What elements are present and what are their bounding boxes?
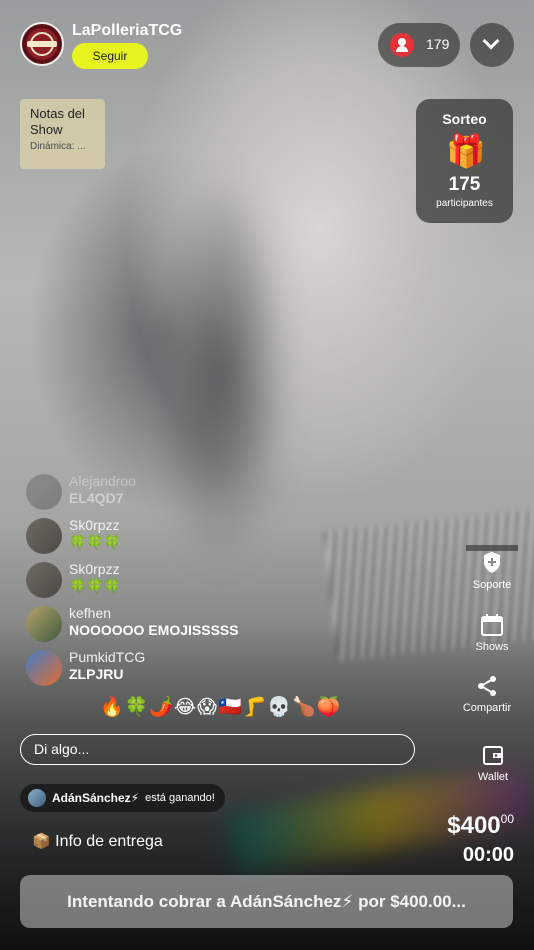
chat-input[interactable]: Di algo... — [20, 734, 415, 765]
delivery-info-label: Info de entrega — [55, 833, 163, 850]
raffle-participants-label: participantes — [436, 198, 493, 209]
wallet-button[interactable]: Wallet — [458, 743, 528, 783]
chevron-down-button[interactable] — [470, 23, 514, 67]
chat-message: PumkidTCG ZLPJRU — [26, 646, 326, 690]
viewer-count-pill[interactable]: 179 — [378, 23, 460, 67]
chat-username[interactable]: kefhen — [69, 605, 111, 621]
avatar[interactable] — [26, 606, 62, 642]
gift-icon: 🎁 — [446, 133, 486, 169]
charge-status-button[interactable]: Intentando cobrar a AdánSánchez⚡ por $40… — [20, 875, 513, 928]
streamer-name[interactable]: LaPolleriaTCG — [72, 22, 182, 40]
chat-text: 🍀🍀🍀 — [69, 534, 122, 550]
viewer-count: 179 — [426, 36, 450, 52]
streamer-avatar[interactable] — [20, 22, 64, 66]
avatar[interactable] — [26, 650, 62, 686]
auction-price: $40000 00:00 — [447, 812, 514, 867]
share-label: Compartir — [462, 702, 512, 714]
chat-message: Alejandroo EL4QD7 — [26, 470, 326, 514]
raffle-title: Sorteo — [442, 111, 487, 127]
calendar-icon — [481, 614, 503, 636]
chat-message: Sk0rpzz 🍀🍀🍀 — [26, 514, 326, 558]
share-icon — [478, 676, 496, 696]
avatar — [28, 789, 46, 807]
chat-list: Alejandroo EL4QD7 Sk0rpzz 🍀🍀🍀 Sk0rpzz 🍀🍀… — [26, 470, 326, 690]
chat-username[interactable]: Alejandroo — [69, 473, 136, 489]
support-button[interactable]: Soporte — [457, 545, 527, 591]
avatar[interactable] — [26, 562, 62, 598]
chat-username[interactable]: Sk0rpzz — [69, 561, 120, 577]
winner-name: AdánSánchez⚡ — [52, 791, 140, 805]
chat-text: NOOOOOO EMOJISSSSS — [69, 622, 239, 638]
price-amount: $400 — [447, 812, 501, 839]
chevron-down-icon — [482, 32, 500, 50]
chat-text: ZLPJRU — [69, 666, 124, 682]
chat-message: Sk0rpzz 🍀🍀🍀 — [26, 558, 326, 602]
raffle-participant-count: 175 — [448, 174, 481, 195]
chat-message: kefhen NOOOOOO EMOJISSSSS — [26, 602, 326, 646]
delivery-info-button[interactable]: 📦 Info de entrega — [32, 832, 163, 851]
show-notes-card[interactable]: Notas del Show Dinámica: ... — [20, 99, 105, 169]
chat-text: 🍀🍀🍀 — [69, 578, 122, 594]
stream-header: LaPolleriaTCG Seguir 179 — [20, 20, 514, 72]
winner-status: está ganando! — [145, 792, 215, 804]
quick-emoji-bar[interactable]: 🔥🍀🌶️😂😱🇨🇱🦵💀🍗🍑 — [100, 695, 341, 719]
shows-label: Shows — [475, 641, 509, 653]
price-cents: 00 — [500, 812, 514, 826]
wallet-label: Wallet — [477, 771, 509, 783]
avatar[interactable] — [26, 474, 62, 510]
avatar[interactable] — [26, 518, 62, 554]
follow-button[interactable]: Seguir — [72, 43, 148, 69]
raffle-card[interactable]: Sorteo 🎁 175 participantes — [416, 99, 513, 223]
chat-username[interactable]: Sk0rpzz — [69, 517, 120, 533]
wallet-icon — [483, 746, 503, 765]
shield-plus-icon — [466, 545, 518, 573]
chat-text: EL4QD7 — [69, 490, 124, 506]
chat-username[interactable]: PumkidTCG — [69, 649, 145, 665]
package-icon: 📦 — [32, 833, 51, 850]
shows-button[interactable]: Shows — [457, 613, 527, 653]
support-label: Soporte — [472, 579, 512, 591]
auction-timer: 00:00 — [462, 844, 514, 866]
share-button[interactable]: Compartir — [452, 674, 522, 714]
winner-badge: AdánSánchez⚡ está ganando! — [20, 784, 225, 812]
show-notes-title: Notas del Show — [30, 106, 85, 137]
viewer-icon — [390, 33, 414, 57]
show-notes-subtitle: Dinámica: ... — [30, 141, 86, 152]
